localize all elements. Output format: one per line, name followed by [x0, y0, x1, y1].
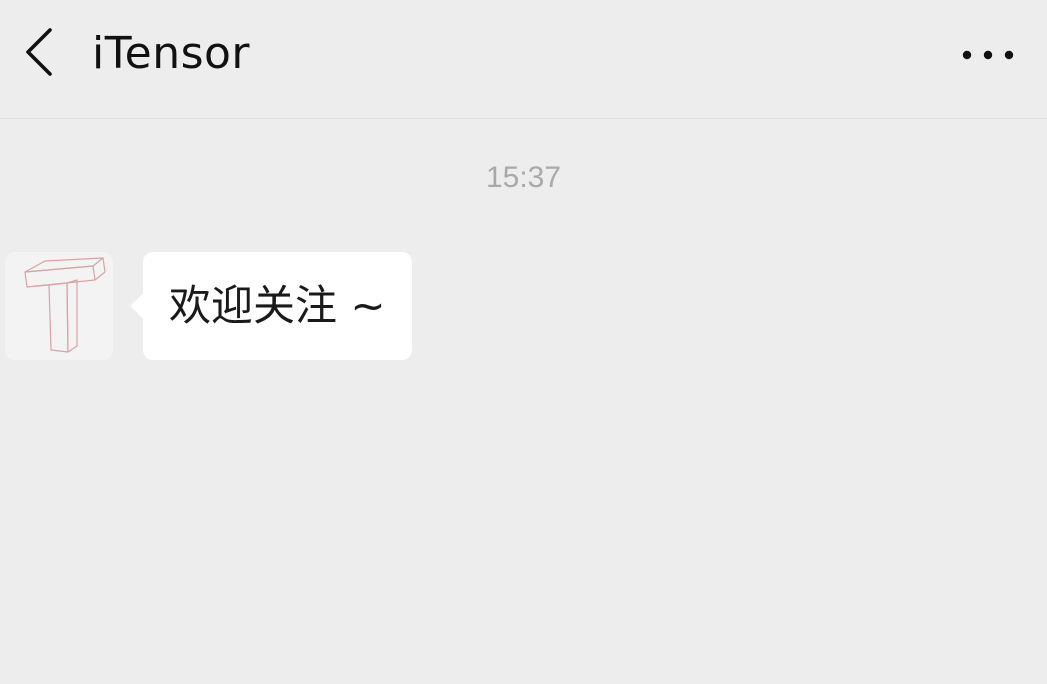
message-timestamp: 15:37	[485, 161, 562, 194]
chat-title: iTensor	[92, 28, 251, 79]
back-button[interactable]	[14, 22, 64, 86]
chevron-left-icon	[22, 26, 56, 82]
chat-header: iTensor	[0, 0, 1047, 119]
itensor-logo	[5, 257, 113, 360]
more-dots-icon	[962, 46, 1014, 65]
message-text: 欢迎关注 ~	[169, 281, 386, 330]
chat-screen: iTensor 15:37 欢迎关注 ~	[0, 0, 1047, 684]
sender-avatar[interactable]	[5, 252, 113, 360]
message-bubble[interactable]: 欢迎关注 ~	[143, 252, 412, 360]
more-options-button[interactable]	[953, 30, 1023, 80]
